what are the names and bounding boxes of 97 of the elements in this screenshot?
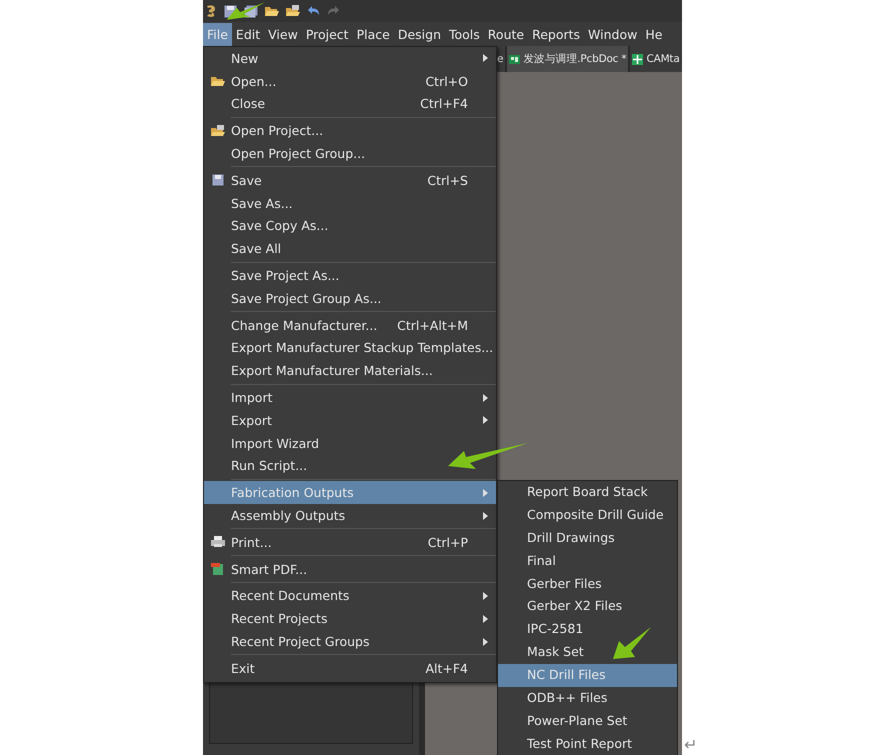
menu-item[interactable]: ODB++ Files	[498, 687, 677, 710]
menu-item[interactable]: Edit	[232, 22, 264, 46]
menu-item[interactable]: Export Manufacturer Stackup Templates...	[204, 336, 496, 360]
tab-label: 发波与调理.PcbDoc *	[523, 52, 626, 66]
menu-item-label: Import	[231, 390, 274, 406]
menu-item-label: Recent Project Groups	[231, 634, 370, 650]
annotation-arrow	[611, 625, 653, 661]
menu-item[interactable]: Reports	[528, 22, 584, 46]
document-icon	[632, 54, 644, 64]
shortcut-text: Ctrl+P	[426, 534, 468, 550]
tab-label: e	[497, 53, 504, 65]
tab-label: CAMta	[646, 53, 680, 65]
printer-icon	[210, 536, 224, 548]
annotation-arrow	[225, 1, 267, 21]
menu-item[interactable]: Place	[352, 22, 394, 46]
shortcut-text: Ctrl+S	[426, 172, 468, 188]
undo-icon[interactable]	[307, 6, 320, 16]
menu-item[interactable]: Mask Set	[498, 641, 677, 664]
menu-item[interactable]: Smart PDF...	[204, 558, 496, 581]
menu-item[interactable]: Save Project As...	[204, 264, 496, 287]
menu-item-label: Print...	[231, 534, 273, 550]
menu-item-label: Save All	[231, 241, 282, 256]
menu-item-label: Open Project Group...	[231, 146, 366, 162]
menu-item[interactable]: New	[204, 47, 496, 70]
menu-item-label: Export Manufacturer Materials...	[231, 363, 433, 378]
menu-item-label: Close	[231, 96, 266, 112]
menu-item[interactable]: Save All	[204, 237, 496, 260]
menu-item[interactable]: Recent Documents	[204, 584, 496, 608]
menu-item[interactable]: View	[264, 22, 302, 46]
shortcut-text: Ctrl+Alt+M	[396, 318, 468, 333]
menu-item[interactable]: Open Project Group...	[204, 142, 496, 165]
menu-item[interactable]: Window	[584, 22, 642, 46]
menu-item[interactable]: Gerber X2 Files	[498, 595, 677, 618]
menu-item-label: Run Script...	[231, 458, 308, 474]
document-tab[interactable]: 发波与调理.PcbDoc *	[507, 46, 628, 72]
menu-item[interactable]: Exit Alt+F4	[204, 656, 496, 680]
menu-item[interactable]: Change Manufacturer... Ctrl+Alt+M	[204, 314, 496, 337]
menu-item-label: Smart PDF...	[231, 562, 308, 577]
menu-item[interactable]: Design	[394, 22, 445, 46]
menu-item-label: Exit	[231, 660, 256, 676]
menu-item[interactable]: Save Ctrl+S	[204, 168, 496, 192]
menu-item[interactable]: Power-Plane Set	[498, 710, 677, 733]
menu-item[interactable]: Test Point Report	[498, 732, 677, 755]
menu-item-label: New	[231, 50, 260, 66]
menu-item[interactable]: Assembly Outputs	[204, 504, 496, 527]
menu-item-label: Change Manufacturer...	[231, 318, 378, 333]
menu-item[interactable]: Report Board Stack	[498, 481, 677, 504]
app-logo-icon[interactable]	[205, 4, 217, 18]
menu-item-label: Recent Documents	[231, 588, 350, 604]
menu-item-label: Save Project As...	[231, 268, 340, 284]
menu-item-label: Fabrication Outputs	[231, 485, 355, 500]
menu-item[interactable]: Final	[498, 550, 677, 573]
menu-item-label: Import Wizard	[231, 436, 320, 451]
menu-item[interactable]: Open... Ctrl+O	[204, 70, 496, 93]
menu-item[interactable]: Drill Drawings	[498, 526, 677, 550]
menu-item-label: Export	[231, 412, 273, 428]
menu-item-label: Save Copy As...	[231, 218, 330, 234]
menu-item[interactable]: Open Project...	[204, 119, 496, 142]
folder-icon[interactable]	[265, 5, 279, 17]
menu-item[interactable]: Tools	[445, 22, 484, 46]
return-mark: ↵	[684, 736, 698, 754]
menu-item[interactable]: Close Ctrl+F4	[204, 92, 496, 116]
menu-item[interactable]: Run Script...	[204, 454, 496, 478]
menu-item[interactable]: Import Wizard	[204, 432, 496, 455]
menu-item-label: Open...	[231, 74, 278, 89]
menu-item-label: Save	[231, 172, 263, 188]
menu-item-label: Export Manufacturer Stackup Templates...	[231, 340, 494, 356]
menu-item[interactable]: IPC-2581	[498, 618, 677, 642]
menu-item[interactable]: Export Manufacturer Materials...	[204, 359, 496, 382]
menu-item[interactable]: Composite Drill Guide	[498, 504, 677, 527]
document-icon	[210, 563, 224, 576]
document-icon	[509, 54, 520, 64]
menu-item-label: Save Project Group As...	[231, 290, 382, 306]
menu-item[interactable]: Project	[302, 22, 353, 46]
menu-item[interactable]: Print... Ctrl+P	[204, 530, 496, 554]
menu-item[interactable]: Export	[204, 408, 496, 432]
folder-icon	[210, 75, 224, 88]
menu-item[interactable]: Import	[204, 386, 496, 409]
menu-item-label: Assembly Outputs	[231, 508, 346, 524]
menu-item-label: Recent Projects	[231, 611, 328, 626]
folder-icon	[210, 124, 224, 137]
document-tab[interactable]: CAMta	[630, 46, 682, 72]
menu-item[interactable]: Route	[484, 22, 528, 46]
menu-item[interactable]: Gerber Files	[498, 572, 677, 596]
shortcut-text: Alt+F4	[424, 660, 468, 676]
menu-item-label: Open Project...	[231, 123, 324, 138]
folder-icon[interactable]	[286, 5, 300, 17]
menu-item[interactable]: He	[641, 22, 666, 46]
menu-item[interactable]: Save Copy As...	[204, 214, 496, 238]
shortcut-text: Ctrl+O	[424, 74, 468, 89]
menu-item[interactable]: Recent Project Groups	[204, 630, 496, 653]
menu-item[interactable]: Save Project Group As...	[204, 286, 496, 310]
menu-item-label: Save As...	[231, 196, 294, 211]
menu-item[interactable]: Save As...	[204, 192, 496, 215]
menu-item[interactable]: Recent Projects	[204, 607, 496, 630]
save-icon	[210, 174, 224, 186]
shortcut-text: Ctrl+F4	[419, 96, 468, 112]
